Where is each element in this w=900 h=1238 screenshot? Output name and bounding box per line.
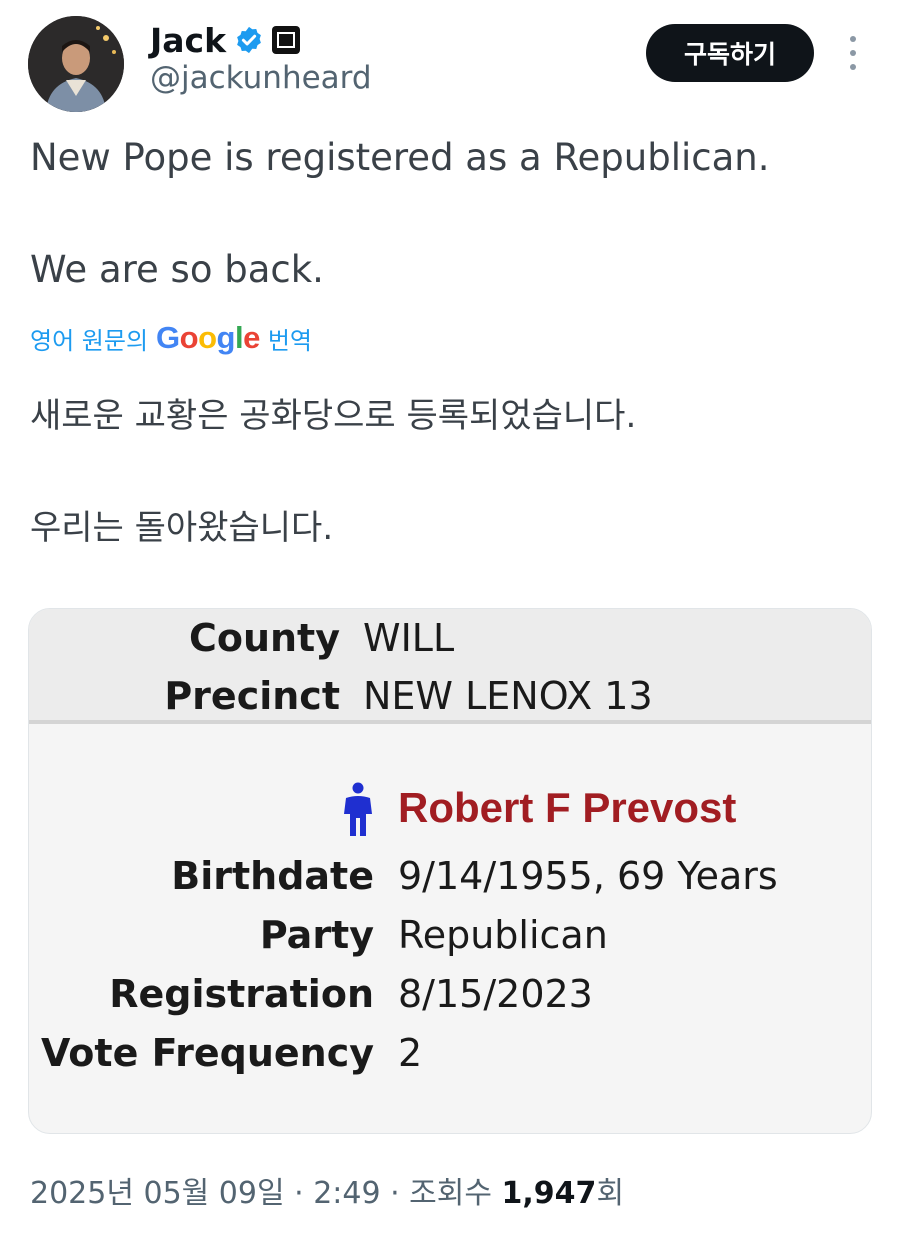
registration-value: 8/15/2023 <box>398 972 593 1016</box>
subscribe-button[interactable]: 구독하기 <box>646 24 814 82</box>
avatar[interactable] <box>28 16 124 112</box>
registration-label: Registration <box>109 972 374 1016</box>
display-name[interactable]: Jack <box>150 21 226 60</box>
vote-frequency-label: Vote Frequency <box>40 1031 374 1075</box>
tweet-text-line-2: We are so back. <box>30 248 324 291</box>
party-label: Party <box>259 913 374 957</box>
translation-attribution[interactable]: 영어 원문의 Google 번역 <box>30 318 312 358</box>
profile-photo-icon <box>28 16 124 112</box>
affiliation-badge-icon[interactable] <box>272 26 301 54</box>
birthdate-value: 9/14/1955, 69 Years <box>398 854 778 898</box>
post-time[interactable]: 2:49 <box>313 1176 380 1211</box>
vote-frequency-value: 2 <box>398 1031 423 1075</box>
views-count: 1,947 <box>501 1176 597 1211</box>
tweet-metadata: 2025년 05월 09일 · 2:49 · 조회수 1,947회 <box>30 1176 625 1211</box>
translated-text-line-2: 우리는 돌아왔습니다. <box>30 508 334 548</box>
views-suffix: 회 <box>596 1176 625 1211</box>
author-handle[interactable]: @jackunheard <box>150 60 372 96</box>
county-value: WILL <box>363 616 455 660</box>
county-label: County <box>188 616 340 660</box>
verified-badge-icon <box>237 26 261 54</box>
post-date[interactable]: 2025년 05월 09일 <box>30 1176 285 1211</box>
views-label: 조회수 <box>409 1176 492 1211</box>
google-logo: Google <box>156 320 260 355</box>
precinct-label: Precinct <box>164 674 340 718</box>
translation-prefix: 영어 원문의 <box>30 326 149 355</box>
translation-suffix: 번역 <box>267 326 313 355</box>
precinct-value: NEW LENOX 13 <box>363 674 653 718</box>
birthdate-label: Birthdate <box>171 854 374 898</box>
author-name-row: Jack <box>150 18 301 62</box>
person-icon <box>344 782 372 836</box>
translated-text-line-1: 새로운 교황은 공화당으로 등록되었습니다. <box>30 396 637 436</box>
voter-name: Robert F Prevost <box>398 784 737 831</box>
tweet-text-line-1: New Pope is registered as a Republican. <box>30 136 770 179</box>
party-value: Republican <box>398 913 608 957</box>
more-options-icon[interactable] <box>846 36 860 70</box>
